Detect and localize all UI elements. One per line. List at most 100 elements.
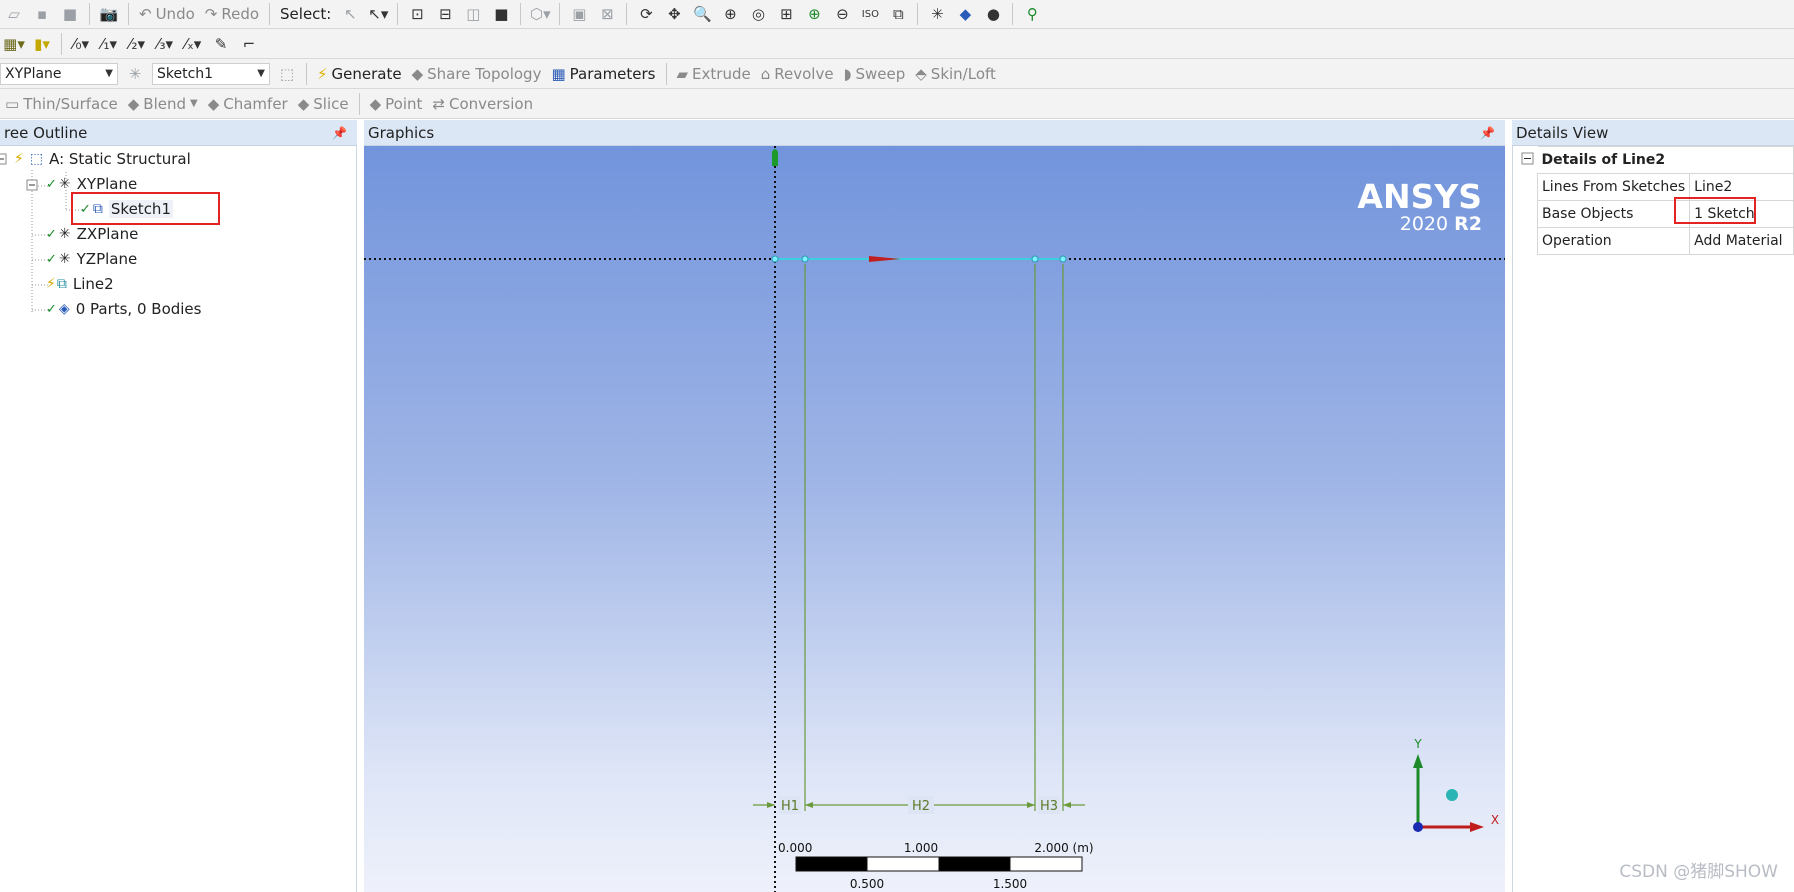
graphics-viewport[interactable]: H1 H2 H3 ANSYS 2020 R2 0.000 1.000 2.000… xyxy=(364,146,1505,892)
pin-icon[interactable]: 📌 xyxy=(332,120,347,146)
dimension-h1[interactable]: H1 xyxy=(781,799,799,814)
sketch-point xyxy=(771,255,779,263)
conversion-icon: ⇄ xyxy=(432,94,445,113)
undo-button[interactable]: ↶ Undo xyxy=(134,2,200,26)
slice-button[interactable]: ◆ Slice xyxy=(293,92,354,116)
dimension-arrow xyxy=(1027,802,1035,808)
feature-toolbar: XYPlane ▼ ✳ Sketch1 ▼ ⬚ ⚡ Generate ◆ Share T… xyxy=(0,59,1794,89)
tree-item-root[interactable]: ⚡ ⬚ A: Static Structural xyxy=(14,148,191,170)
new-plane-icon[interactable]: ✳ xyxy=(122,62,148,86)
redo-button[interactable]: ↷ Redo xyxy=(200,2,264,26)
separator xyxy=(520,3,522,25)
separator xyxy=(559,3,561,25)
blend-button[interactable]: ◆ Blend ▼ xyxy=(123,92,203,116)
sketch-point xyxy=(1031,255,1039,263)
zoom-out-icon[interactable]: ⊖ xyxy=(829,2,855,26)
tree-item-label: YZPlane xyxy=(76,250,138,268)
pin-icon[interactable]: ✎ xyxy=(208,32,234,56)
tree-item-zxplane[interactable]: ✓ ✳ ZXPlane xyxy=(46,223,138,245)
body-display-icon[interactable]: ▮▾ xyxy=(29,32,55,56)
skin-loft-button[interactable]: ⬘ Skin/Loft xyxy=(910,62,1001,86)
sketch-toolbar: ▦▾ ▮▾ ⁄₀▾ ⁄₁▾ ⁄₂▾ ⁄₃▾ ⁄ₓ▾ ✎ ⌐ xyxy=(0,29,1794,59)
box-select-icon[interactable]: ⊠ xyxy=(594,2,620,26)
rotate-icon[interactable]: ⟳ xyxy=(633,2,659,26)
new-plane-icon[interactable]: ⁄₀▾ xyxy=(68,32,94,56)
sketch-dropdown[interactable]: Sketch1 ▼ xyxy=(152,62,270,85)
extrude-button[interactable]: ▰ Extrude xyxy=(672,62,756,86)
select-mode-icon[interactable]: ↖ xyxy=(337,2,363,26)
sketch-point xyxy=(801,255,809,263)
box-zoom-icon[interactable]: ⊕ xyxy=(717,2,743,26)
tree-item-parts[interactable]: ✓ ◈ 0 Parts, 0 Bodies xyxy=(46,298,201,320)
thin-surface-label: Thin/Surface xyxy=(23,94,118,113)
dimension-h2[interactable]: H2 xyxy=(912,799,930,814)
plane-display-icon[interactable]: ▦▾ xyxy=(1,32,27,56)
blend-icon: ◆ xyxy=(127,94,140,113)
ansys-version: 2020 R2 xyxy=(1400,213,1482,235)
new-sketch-icon[interactable]: ⬚ xyxy=(274,62,300,86)
tree-item-yzplane[interactable]: ✓ ✳ YZPlane xyxy=(46,248,137,270)
new-sketch-icon[interactable]: ⁄₁▾ xyxy=(96,32,122,56)
y-axis-marker xyxy=(772,149,778,166)
display-model-icon[interactable]: ◆ xyxy=(952,2,978,26)
select-edges-icon[interactable]: ⊟ xyxy=(432,2,458,26)
select-faces-icon[interactable]: ◫ xyxy=(460,2,486,26)
revolve-icon: ⌂ xyxy=(760,64,771,83)
extrude-label: Extrude xyxy=(692,64,751,83)
zoom-in-icon[interactable]: ⊕ xyxy=(801,2,827,26)
parameters-button[interactable]: ▦ Parameters xyxy=(546,62,660,86)
open-icon[interactable]: ▪ xyxy=(29,2,55,26)
conversion-button[interactable]: ⇄ Conversion xyxy=(427,92,538,116)
select-bodies-icon[interactable]: ■ xyxy=(488,2,514,26)
display-point-icon[interactable]: ● xyxy=(980,2,1006,26)
sketch-x-icon[interactable]: ⁄ₓ▾ xyxy=(180,32,206,56)
extend-selection-icon[interactable]: ⬡▾ xyxy=(527,2,553,26)
lightning-icon: ⚡ xyxy=(14,151,24,167)
sweep-button[interactable]: ◗ Sweep xyxy=(839,62,911,86)
selection-filter-icon[interactable]: ↖▾ xyxy=(365,2,391,26)
chamfer-button[interactable]: ◆ Chamfer xyxy=(203,92,293,116)
chevron-down-icon: ▼ xyxy=(105,68,113,79)
select-points-icon[interactable]: ⊡ xyxy=(404,2,430,26)
redo-icon: ↷ xyxy=(204,5,218,23)
separator xyxy=(89,3,90,25)
check-icon: ✓ xyxy=(46,226,57,242)
sketch-3-icon[interactable]: ⁄₃▾ xyxy=(152,32,178,56)
save-icon[interactable]: ■ xyxy=(57,2,83,26)
point-button[interactable]: ◆ Point xyxy=(365,92,428,116)
revolve-button[interactable]: ⌂ Revolve xyxy=(756,62,839,86)
collapse-icon[interactable] xyxy=(1521,152,1535,166)
dimension-h3[interactable]: H3 xyxy=(1040,799,1058,814)
pin-icon[interactable]: 📌 xyxy=(1480,120,1495,146)
screenshot-icon[interactable]: 📷 xyxy=(96,2,122,26)
triad-isometric-sphere[interactable] xyxy=(1446,789,1458,801)
search-icon[interactable]: ⚲ xyxy=(1019,2,1045,26)
plane-dropdown[interactable]: XYPlane ▼ xyxy=(0,62,118,85)
share-topology-icon: ◆ xyxy=(411,64,424,83)
details-row-value[interactable]: Add Material xyxy=(1689,227,1794,255)
zoom-icon[interactable]: 🔍 xyxy=(689,2,715,26)
zoom-fit-icon[interactable]: ◎ xyxy=(745,2,771,26)
version-release: R2 xyxy=(1454,213,1482,235)
tree-outline-header: ree Outline 📌 xyxy=(0,120,357,146)
check-icon: ✓ xyxy=(46,176,57,192)
skin-loft-label: Skin/Loft xyxy=(930,64,996,83)
triad-icon[interactable]: ✳ xyxy=(924,2,950,26)
sketch-2-icon[interactable]: ⁄₂▾ xyxy=(124,32,150,56)
share-topology-button[interactable]: ◆ Share Topology xyxy=(407,62,547,86)
tree-item-line2[interactable]: ⚡ ⧉ Line2 xyxy=(46,273,114,295)
dimension-arrow xyxy=(1063,802,1071,808)
select-all-icon[interactable]: ▣ xyxy=(566,2,592,26)
pan-icon[interactable]: ✥ xyxy=(661,2,687,26)
new-icon[interactable]: ▱ xyxy=(1,2,27,26)
dimension-icon[interactable]: ⌐ xyxy=(236,32,262,56)
generate-button[interactable]: ⚡ Generate xyxy=(312,62,407,86)
iso-view-icon[interactable]: ISO xyxy=(857,2,883,26)
zoom-box-icon[interactable]: ⊞ xyxy=(773,2,799,26)
thin-surface-button[interactable]: ▭ Thin/Surface xyxy=(0,92,123,116)
details-row[interactable]: Operation Add Material xyxy=(1536,227,1794,255)
parameters-label: Parameters xyxy=(569,64,656,83)
look-at-icon[interactable]: ⧉ xyxy=(885,2,911,26)
separator xyxy=(626,3,628,25)
chamfer-icon: ◆ xyxy=(207,94,220,113)
